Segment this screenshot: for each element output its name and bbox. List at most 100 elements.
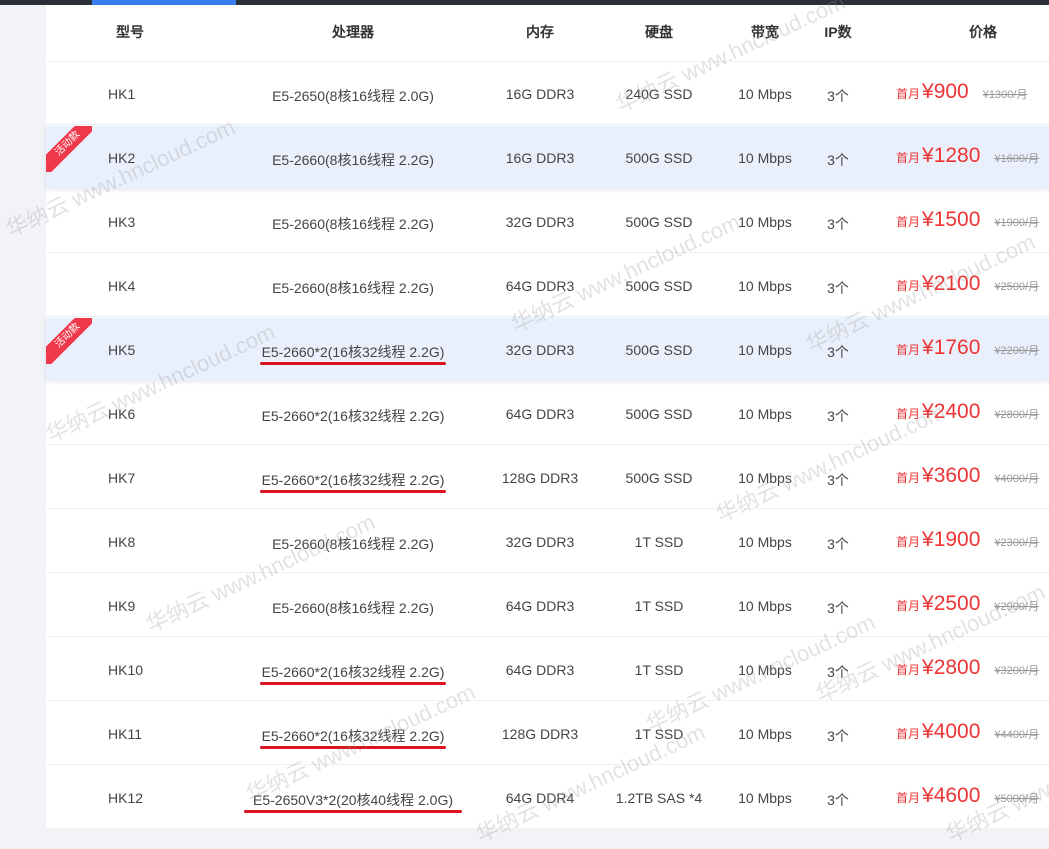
price-value: ¥2800 [922, 656, 981, 679]
cell-ips: 3个 [827, 344, 849, 360]
cell-ram: 64G DDR3 [505, 662, 575, 678]
price-prefix: 首月 [896, 343, 921, 357]
pricing-table: 型号 处理器 内存 硬盘 带宽 IP数 价格 HK1 E5-2650(8核16线程… [46, 5, 1049, 829]
cell-ips: 3个 [827, 664, 849, 680]
cell-disk: 1T SSD [634, 534, 684, 550]
cell-disk: 1T SSD [634, 726, 684, 742]
cell-cpu: E5-2660*2(16核32线程 2.2G) [261, 728, 445, 744]
header-price: 价格 [969, 24, 997, 40]
cell-price: 首月¥2400 ¥2800/月 [896, 400, 1039, 424]
cell-bandwidth: 10 Mbps [738, 534, 792, 550]
red-underline-annotation [260, 746, 446, 749]
cell-ips: 3个 [827, 536, 849, 552]
price-prefix: 首月 [896, 279, 921, 293]
header-disk: 硬盘 [645, 24, 673, 40]
price-original: ¥4000/月 [994, 473, 1040, 485]
cell-ips: 3个 [827, 88, 849, 104]
cell-price: 首月¥1760 ¥2200/月 [896, 336, 1039, 360]
price-prefix: 首月 [896, 663, 921, 677]
cell-cpu: E5-2660(8核16线程 2.2G) [272, 280, 434, 296]
cell-model: HK8 [108, 534, 136, 550]
price-original: ¥5000/月 [994, 793, 1040, 805]
price-original: ¥2500/月 [994, 281, 1040, 293]
cell-model: HK1 [108, 86, 136, 102]
promo-ribbon: 活动款 [46, 126, 92, 172]
cell-ram: 32G DDR3 [505, 534, 575, 550]
table-row[interactable]: HK6 E5-2660*2(16核32线程 2.2G) 64G DDR3 500G S… [46, 382, 1049, 445]
price-original: ¥1300/月 [982, 89, 1028, 101]
table-row[interactable]: HK1 E5-2650(8核16线程 2.0G) 16G DDR3 240G SSD 1… [46, 62, 1049, 125]
cell-price: 首月¥2800 ¥3200/月 [896, 656, 1039, 680]
cell-cpu: E5-2660*2(16核32线程 2.2G) [261, 472, 445, 488]
table-row[interactable]: HK4 E5-2660(8核16线程 2.2G) 64G DDR3 500G SSD 1… [46, 254, 1049, 317]
cell-ram: 128G DDR3 [501, 726, 579, 742]
table-row[interactable]: HK8 E5-2660(8核16线程 2.2G) 32G DDR3 1T SSD 10 … [46, 510, 1049, 573]
cell-ips: 3个 [827, 600, 849, 616]
table-row[interactable]: HK10 E5-2660*2(16核32线程 2.2G) 64G DDR3 1T SS… [46, 638, 1049, 701]
cell-bandwidth: 10 Mbps [738, 150, 792, 166]
cell-ram: 32G DDR3 [505, 342, 575, 358]
cell-price: 首月¥900 ¥1300/月 [896, 80, 1027, 104]
cell-model: HK10 [108, 662, 144, 678]
cell-bandwidth: 10 Mbps [738, 790, 792, 806]
cell-price: 首月¥1900 ¥2300/月 [896, 528, 1039, 552]
cell-price: 首月¥3600 ¥4000/月 [896, 464, 1039, 488]
cell-model: HK3 [108, 214, 136, 230]
cell-disk: 1T SSD [634, 662, 684, 678]
cell-ips: 3个 [827, 216, 849, 232]
cell-model: HK4 [108, 278, 136, 294]
price-prefix: 首月 [896, 535, 921, 549]
cell-model: HK7 [108, 470, 136, 486]
cell-price: 首月¥4600 ¥5000/月 [896, 784, 1039, 808]
cell-disk: 500G SSD [625, 150, 693, 166]
promo-ribbon-label: 活动款 [46, 126, 92, 172]
cell-model: HK12 [108, 790, 144, 806]
cell-ips: 3个 [827, 728, 849, 744]
cell-bandwidth: 10 Mbps [738, 662, 792, 678]
price-original: ¥2300/月 [994, 537, 1040, 549]
price-prefix: 首月 [896, 471, 921, 485]
table-row[interactable]: HK5 E5-2660*2(16核32线程 2.2G) 32G DDR3 500G S… [46, 318, 1049, 381]
red-underline-annotation [244, 810, 462, 813]
header-model: 型号 [116, 24, 144, 40]
cell-disk: 1.2TB SAS *4 [615, 790, 703, 806]
header-ips: IP数 [824, 24, 852, 40]
cell-bandwidth: 10 Mbps [738, 86, 792, 102]
price-value: ¥1500 [922, 208, 981, 231]
price-value: ¥4000 [922, 720, 981, 743]
cell-cpu: E5-2660(8核16线程 2.2G) [272, 152, 434, 168]
cell-ram: 64G DDR3 [505, 278, 575, 294]
cell-model: HK6 [108, 406, 136, 422]
price-prefix: 首月 [896, 791, 921, 805]
cell-cpu: E5-2660*2(16核32线程 2.2G) [261, 664, 445, 680]
header-bandwidth: 带宽 [751, 24, 779, 40]
table-row[interactable]: HK11 E5-2660*2(16核32线程 2.2G) 128G DDR3 1T S… [46, 702, 1049, 765]
cell-model: HK11 [108, 726, 142, 742]
price-prefix: 首月 [896, 599, 921, 613]
table-row[interactable]: HK2 E5-2660(8核16线程 2.2G) 16G DDR3 500G SSD 1… [46, 126, 1049, 189]
price-value: ¥2400 [922, 400, 981, 423]
cell-ram: 64G DDR4 [505, 790, 575, 806]
cell-ram: 16G DDR3 [505, 150, 575, 166]
cell-price: 首月¥1280 ¥1600/月 [896, 144, 1039, 168]
price-value: ¥900 [922, 80, 969, 103]
cell-ram: 64G DDR3 [505, 406, 575, 422]
cell-model: HK9 [108, 598, 136, 614]
header-cpu: 处理器 [332, 24, 374, 40]
promo-ribbon: 活动款 [46, 318, 92, 364]
table-row[interactable]: HK7 E5-2660*2(16核32线程 2.2G) 128G DDR3 500G … [46, 446, 1049, 509]
cell-bandwidth: 10 Mbps [738, 470, 792, 486]
price-prefix: 首月 [896, 407, 921, 421]
table-row[interactable]: HK9 E5-2660(8核16线程 2.2G) 64G DDR3 1T SSD 10 … [46, 574, 1049, 637]
cell-disk: 240G SSD [625, 86, 693, 102]
cell-price: 首月¥2100 ¥2500/月 [896, 272, 1039, 296]
cell-ram: 64G DDR3 [505, 598, 575, 614]
table-row[interactable]: HK3 E5-2660(8核16线程 2.2G) 32G DDR3 500G SSD 1… [46, 190, 1049, 253]
cell-disk: 500G SSD [625, 342, 693, 358]
table-row[interactable]: HK12 E5-2650V3*2(20核40线程 2.0G) 64G DDR4 1.2… [46, 766, 1049, 829]
cell-disk: 1T SSD [634, 598, 684, 614]
price-prefix: 首月 [896, 87, 921, 101]
cell-price: 首月¥1500 ¥1900/月 [896, 208, 1039, 232]
price-value: ¥3600 [922, 464, 981, 487]
cell-disk: 500G SSD [625, 278, 693, 294]
